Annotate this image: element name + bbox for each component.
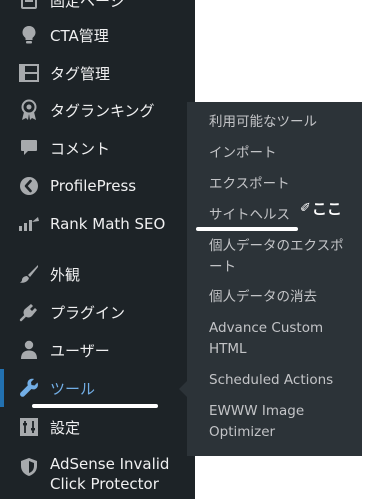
submenu-item-ewww-optimizer[interactable]: EWWW Image Optimizer — [209, 401, 354, 443]
sidebar-item-label: タグ管理 — [50, 64, 111, 83]
sidebar-item-label: AdSense Invalid Click Protector — [50, 454, 169, 494]
ach-line1: Advance Custom — [209, 320, 324, 336]
sidebar-item-comments[interactable]: コメント — [0, 130, 195, 166]
settings-icon — [18, 416, 40, 438]
sidebar-item-label: ProfilePress — [50, 177, 137, 195]
submenu-item-advance-custom-html[interactable]: Advance Custom HTML — [209, 318, 354, 360]
film-icon — [18, 62, 40, 84]
annotation-here: ✐ ここ — [300, 198, 342, 219]
ach-line2: HTML — [209, 341, 247, 357]
sidebar-item-label: コメント — [50, 139, 111, 158]
active-arrow — [179, 381, 187, 397]
sidebar-item-label: 外観 — [50, 265, 81, 284]
plugin-icon — [18, 301, 40, 323]
comment-icon — [18, 137, 40, 159]
admin-sidebar: 固定ページ CTA管理 タグ管理 タグランキング コメント ProfilePre… — [0, 0, 195, 499]
award-icon — [18, 99, 40, 121]
sidebar-item-cta[interactable]: CTA管理 — [0, 17, 195, 53]
sidebar-item-settings[interactable]: 設定 — [0, 409, 195, 445]
lightbulb-icon — [18, 24, 40, 46]
sidebar-item-tools[interactable]: ツール — [0, 370, 195, 406]
sidebar-item-appearance[interactable]: 外観 — [0, 256, 195, 292]
submenu-item-available-tools[interactable]: 利用可能なツール — [209, 112, 354, 133]
profilepress-icon — [18, 175, 40, 197]
sidebar-item-plugins[interactable]: プラグイン — [0, 294, 195, 330]
sidebar-item-label: Rank Math SEO — [50, 215, 166, 233]
submenu-item-export[interactable]: エクスポート — [209, 174, 354, 195]
annotation-text: ここ — [311, 200, 342, 218]
brush-icon — [18, 263, 40, 285]
sidebar-item-label: ユーザー — [50, 341, 110, 360]
sidebar-item-label: 設定 — [50, 418, 81, 437]
sidebar-item-rank-math[interactable]: Rank Math SEO — [0, 206, 195, 242]
user-icon — [18, 339, 40, 361]
sidebar-item-tag-ranking[interactable]: タグランキング — [0, 92, 195, 128]
sidebar-item-tag-manager[interactable]: タグ管理 — [0, 55, 195, 91]
sidebar-item-label: ツール — [50, 379, 96, 398]
submenu-item-erase-personal-data[interactable]: 個人データの消去 — [209, 287, 354, 308]
sidebar-item-label: プラグイン — [50, 303, 126, 322]
shield-icon — [18, 456, 40, 478]
export-personal-line1: 個人データのエクスポ — [209, 238, 344, 254]
sidebar-item-pages[interactable]: 固定ページ — [0, 0, 195, 18]
sidebar-item-label: タグランキング — [50, 101, 155, 120]
export-personal-line2: ート — [209, 259, 236, 275]
sidebar-item-label: CTA管理 — [50, 26, 109, 45]
adsense-label-line2: Click Protector — [50, 475, 159, 493]
ewww-line1: EWWW Image — [209, 403, 305, 419]
wrench-icon — [18, 377, 40, 399]
chart-icon — [18, 213, 40, 235]
tools-highlight-underline — [32, 404, 158, 408]
page-icon — [18, 0, 40, 11]
sidebar-item-adsense-protector[interactable]: AdSense Invalid Click Protector — [0, 452, 195, 496]
sidebar-item-users[interactable]: ユーザー — [0, 332, 195, 368]
sidebar-item-profilepress[interactable]: ProfilePress — [0, 168, 195, 204]
submenu-item-scheduled-actions[interactable]: Scheduled Actions — [209, 370, 354, 391]
admin-page: 固定ページ CTA管理 タグ管理 タグランキング コメント ProfilePre… — [0, 0, 375, 499]
site-health-underline — [196, 227, 298, 231]
adsense-label-line1: AdSense Invalid — [50, 455, 170, 473]
sidebar-item-label: 固定ページ — [50, 0, 125, 10]
submenu-item-import[interactable]: インポート — [209, 143, 354, 164]
submenu-item-export-personal-data[interactable]: 個人データのエクスポ ート — [209, 236, 354, 278]
ewww-line2: Optimizer — [209, 424, 276, 440]
pen-icon: ✐ — [300, 201, 311, 216]
